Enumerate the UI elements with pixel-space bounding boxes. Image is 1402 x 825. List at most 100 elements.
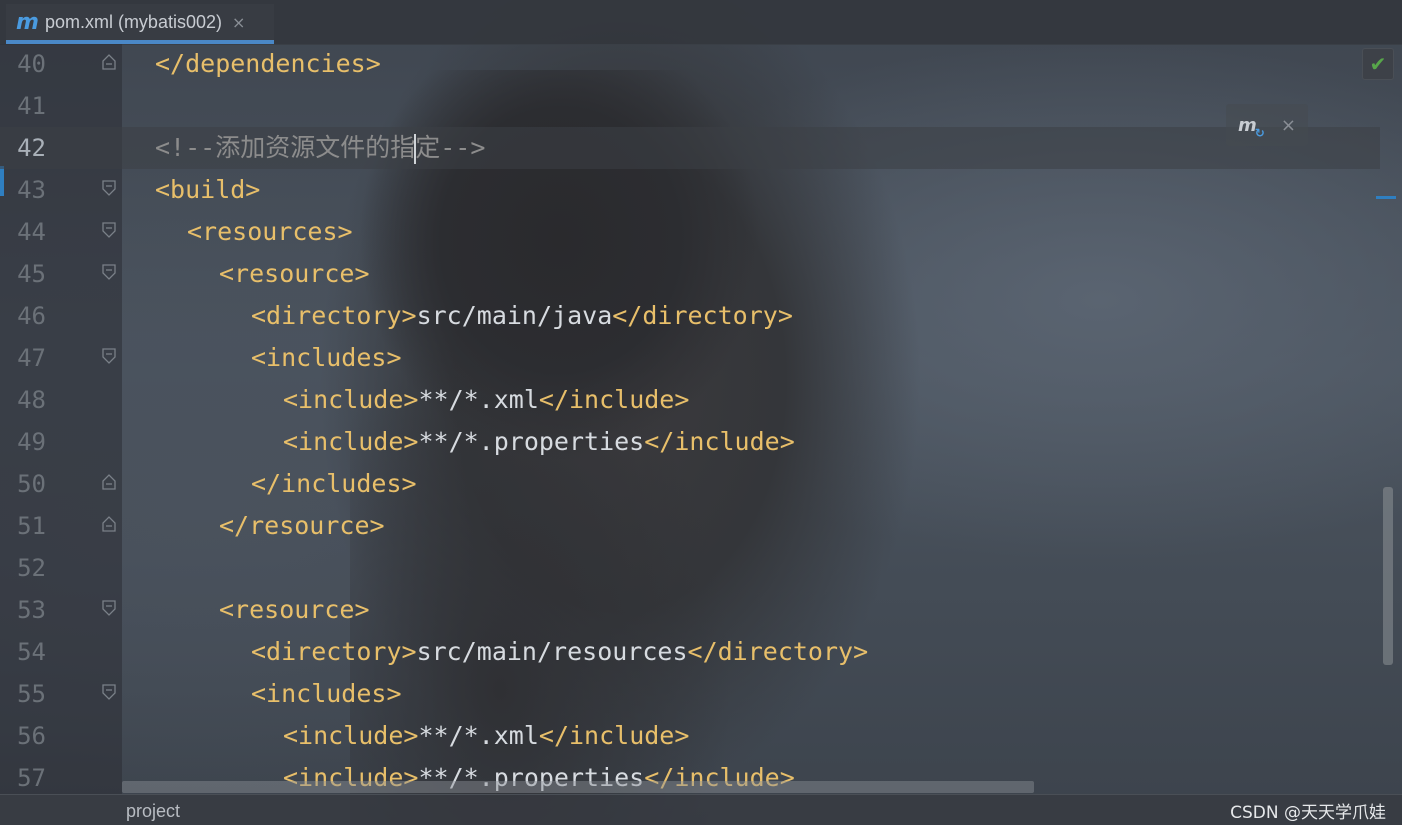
code-line[interactable]: 46 <directory>src/main/java</directory> xyxy=(0,295,1380,337)
xml-text: **/*.xml xyxy=(418,385,539,414)
xml-tag: </include> xyxy=(644,427,795,456)
vertical-scrollbar[interactable] xyxy=(1382,44,1396,794)
xml-tag: <resource> xyxy=(219,595,370,624)
line-number: 55 xyxy=(17,680,46,708)
code-line[interactable]: 40 </dependencies> xyxy=(0,43,1380,85)
code-line[interactable]: 55 <includes> xyxy=(0,673,1380,715)
line-number: 44 xyxy=(17,218,46,246)
editor-tab-bar: m pom.xml (mybatis002) × xyxy=(0,0,1402,45)
line-number: 54 xyxy=(17,638,46,666)
code-line[interactable]: 54 <directory>src/main/resources</directo… xyxy=(0,631,1380,673)
line-number: 40 xyxy=(17,50,46,78)
close-icon[interactable]: × xyxy=(232,13,245,32)
watermark: CSDN @天天学爪娃 xyxy=(1230,803,1386,823)
ide-window: m pom.xml (mybatis002) × 40 </dependencie… xyxy=(0,0,1402,825)
breadcrumb[interactable]: project xyxy=(126,801,180,822)
vertical-scrollbar-thumb[interactable] xyxy=(1383,487,1393,665)
maven-reload-button[interactable]: m ↻ xyxy=(1238,115,1265,140)
xml-tag: <resources> xyxy=(187,217,353,246)
code-line[interactable]: 45 <resource> xyxy=(0,253,1380,295)
xml-tag: <includes> xyxy=(251,343,402,372)
horizontal-scrollbar-thumb[interactable] xyxy=(122,781,1034,793)
code-text: <includes> xyxy=(251,341,402,375)
xml-tag: </directory> xyxy=(612,301,793,330)
breadcrumb-bar: project xyxy=(0,794,1402,825)
tab-label: pom.xml (mybatis002) xyxy=(44,11,222,32)
xml-tag: <directory> xyxy=(251,637,417,666)
line-number: 57 xyxy=(17,764,46,792)
xml-tag: <resource> xyxy=(219,259,370,288)
close-icon[interactable]: × xyxy=(1281,115,1296,136)
line-number: 53 xyxy=(17,596,46,624)
line-number: 48 xyxy=(17,386,46,414)
xml-text: src/main/resources xyxy=(416,637,688,666)
xml-tag: </directory> xyxy=(687,637,869,666)
line-number: 50 xyxy=(17,470,46,498)
code-text: <!--添加资源文件的指定--> xyxy=(155,131,485,165)
code-text: <directory>src/main/java</directory> xyxy=(251,299,793,333)
xml-tag: <include> xyxy=(283,721,419,750)
xml-tag: <includes> xyxy=(251,679,402,708)
code-text: <resource> xyxy=(219,593,370,627)
code-text: <resource> xyxy=(219,257,370,291)
xml-tag: <include> xyxy=(283,427,419,456)
line-number: 51 xyxy=(17,512,46,540)
code-line[interactable]: 49 <include>**/*.properties</include> xyxy=(0,421,1380,463)
xml-tag: </resource> xyxy=(219,511,385,540)
code-text: <directory>src/main/resources</directory… xyxy=(251,635,868,669)
code-text: <resources> xyxy=(187,215,353,249)
fold-end-icon[interactable] xyxy=(101,515,117,533)
code-line[interactable]: 52 xyxy=(0,547,1380,589)
line-number: 41 xyxy=(17,92,46,120)
fold-end-icon[interactable] xyxy=(101,53,117,71)
code-text: </dependencies> xyxy=(155,47,381,81)
code-text: </includes> xyxy=(251,467,417,501)
xml-tag: </include> xyxy=(538,721,690,750)
fold-start-icon[interactable] xyxy=(101,221,117,239)
code-line[interactable]: 47 <includes> xyxy=(0,337,1380,379)
xml-tag: <directory> xyxy=(251,301,417,330)
line-number: 42 xyxy=(17,134,46,162)
line-number: 49 xyxy=(17,428,46,456)
code-line[interactable]: 48 <include>**/*.xml</include> xyxy=(0,379,1380,421)
line-number: 52 xyxy=(17,554,46,582)
line-number: 47 xyxy=(17,344,46,372)
code-line[interactable]: 50 </includes> xyxy=(0,463,1380,505)
code-line[interactable]: 51 </resource> xyxy=(0,505,1380,547)
tab-pom-xml[interactable]: m pom.xml (mybatis002) × xyxy=(6,4,274,44)
fold-start-icon[interactable] xyxy=(101,683,117,701)
code-text: <build> xyxy=(155,173,260,207)
maven-m-icon: m xyxy=(16,9,39,35)
line-number: 56 xyxy=(17,722,46,750)
code-line[interactable]: 41 xyxy=(0,85,1380,127)
xml-text: **/*.xml xyxy=(418,721,539,750)
code-line[interactable]: 43 <build> xyxy=(0,169,1380,211)
fold-end-icon[interactable] xyxy=(101,473,117,491)
fold-start-icon[interactable] xyxy=(101,599,117,617)
sync-icon: ↻ xyxy=(1254,125,1265,140)
fold-start-icon[interactable] xyxy=(101,179,117,197)
code-line[interactable]: 56 <include>**/*.xml</include> xyxy=(0,715,1380,757)
code-text: <include>**/*.properties</include> xyxy=(283,425,795,459)
xml-text: **/*.properties xyxy=(418,427,645,456)
xml-comment: <!--添加资源文件的指 xyxy=(155,133,416,162)
fold-start-icon[interactable] xyxy=(101,347,117,365)
xml-comment: 定--> xyxy=(415,133,486,162)
xml-tag: </dependencies> xyxy=(155,49,381,78)
code-text: </resource> xyxy=(219,509,385,543)
code-line[interactable]: 44 <resources> xyxy=(0,211,1380,253)
code-text: <include>**/*.xml</include> xyxy=(283,719,689,753)
code-text: <include>**/*.xml</include> xyxy=(283,383,689,417)
line-number: 43 xyxy=(17,176,46,204)
xml-tag: <include> xyxy=(283,385,419,414)
xml-tag: </include> xyxy=(538,385,690,414)
code-line[interactable]: 53 <resource> xyxy=(0,589,1380,631)
code-text: <includes> xyxy=(251,677,402,711)
line-number: 45 xyxy=(17,260,46,288)
xml-tag: </includes> xyxy=(251,469,417,498)
fold-start-icon[interactable] xyxy=(101,263,117,281)
xml-tag: <build> xyxy=(155,175,261,204)
code-line[interactable]: 42 <!--添加资源文件的指定--> xyxy=(0,127,1380,169)
xml-text: src/main/java xyxy=(416,301,613,330)
code-editor[interactable]: 40 </dependencies> 41 42 <!--添加资源文件的指定--> 43 <… xyxy=(0,44,1380,794)
